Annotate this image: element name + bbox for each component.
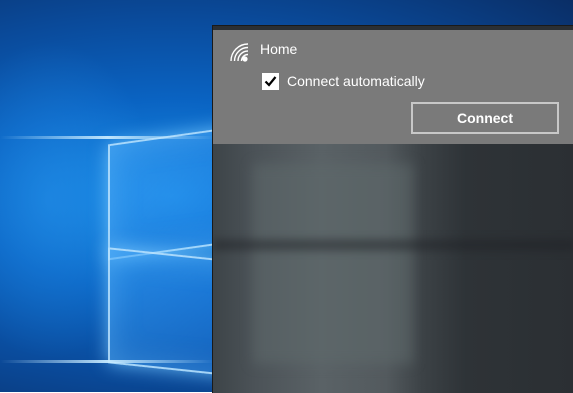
light-beam: [0, 360, 215, 363]
connect-automatically-label[interactable]: Connect automatically: [287, 73, 425, 89]
checkmark-icon: [264, 76, 277, 87]
wifi-secured-icon: [229, 42, 251, 64]
connect-automatically-checkbox[interactable]: [262, 73, 279, 90]
network-name: Home: [260, 41, 298, 57]
light-beam: [0, 136, 215, 139]
connect-button[interactable]: Connect: [411, 102, 559, 134]
network-list-item-selected[interactable]: Home Connect automatically Connect: [213, 30, 573, 144]
flyout-acrylic-background: [213, 144, 573, 393]
network-flyout: Home Connect automatically Connect: [212, 25, 573, 393]
